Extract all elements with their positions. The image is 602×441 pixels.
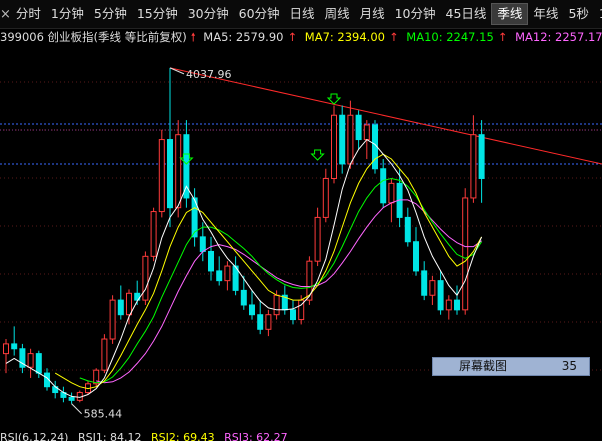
period-tab[interactable]: 月线 [355, 4, 390, 24]
candle-body [462, 197, 469, 311]
candle-body [101, 338, 108, 371]
candle-body [199, 236, 206, 252]
rsi2-label: RSI2: 69.43 [151, 432, 215, 441]
period-tab[interactable]: 60分钟 [234, 4, 285, 24]
badge-value: 35 [561, 359, 577, 373]
candle-body [265, 314, 272, 330]
up-arrow-icon: 🠕 [190, 30, 196, 44]
candle-body [142, 255, 149, 301]
period-tab[interactable]: 15分钟 [132, 4, 183, 24]
ma7-label: MA7: 2394.00 [304, 30, 385, 44]
ma10-label: MA10: 2247.15 [406, 30, 494, 44]
candle-body [404, 216, 411, 243]
down-arrow-signal-icon [326, 93, 342, 105]
ma5-line [5, 138, 483, 398]
badge-label: 屏幕截图 [459, 359, 508, 373]
up-arrow-icon: ↑ [287, 30, 298, 44]
candle-body [216, 270, 223, 282]
candle-body [437, 280, 444, 311]
candle-body [314, 216, 321, 262]
period-tab[interactable]: 分时 [11, 4, 46, 24]
rsi-label: RSI(6,12,24) [0, 432, 69, 441]
candle-body [322, 177, 329, 218]
candle-body [413, 241, 419, 272]
screenshot-badge[interactable]: 屏幕截图 35 [432, 357, 590, 376]
candle-body [3, 343, 9, 355]
period-tab[interactable]: 年线 [528, 4, 563, 24]
candle-body [454, 299, 460, 311]
security-title: 399006 创业板指(季线 等比前复权) [0, 30, 187, 44]
candle-body [257, 314, 264, 330]
close-icon[interactable]: × [0, 7, 11, 22]
high-price-label: 4037.96 [186, 68, 232, 81]
candle-body [224, 265, 231, 282]
candle-body [470, 134, 477, 199]
candle-body [331, 114, 337, 179]
candle-body [175, 134, 182, 209]
period-toolbar: × 分时 1分钟 5分钟 15分钟 30分钟 60分钟 日线 周线 月线 10分… [0, 0, 602, 29]
candle-body [429, 280, 436, 296]
candle-body [347, 114, 354, 165]
rsi-info-bar: RSI(6,12,24) RSI1: 84.12 RSI2: 69.43 RSI… [0, 432, 602, 441]
candle-body [363, 124, 370, 141]
period-tab[interactable]: 45日线 [441, 4, 492, 24]
candle-body [355, 114, 362, 141]
period-tab[interactable]: 日线 [285, 4, 320, 24]
candle-body [27, 353, 34, 368]
candle-body [421, 270, 428, 296]
rsi1-label: RSI1: 84.12 [77, 432, 142, 441]
ma12-label: MA12: 2257.17 [515, 30, 602, 44]
period-tab[interactable]: 5分钟 [89, 4, 132, 24]
period-tab[interactable]: 15秒 [594, 4, 602, 24]
period-tab[interactable]: 周线 [320, 4, 355, 24]
up-arrow-icon: ↑ [497, 30, 508, 44]
candle-body [306, 260, 313, 301]
rsi3-label: RSI3: 62.27 [224, 432, 288, 441]
down-arrow-signal-icon [310, 149, 325, 161]
period-tab[interactable]: 30分钟 [183, 4, 234, 24]
indicator-info-bar: 399006 创业板指(季线 等比前复权) 🠕 MA5: 2579.90 ↑ MA7… [0, 28, 602, 46]
candle-body [35, 353, 42, 374]
candle-body [339, 114, 346, 165]
low-pointer [71, 403, 82, 415]
candle-body [240, 289, 247, 306]
candle-body [290, 309, 296, 321]
candle-body [109, 299, 116, 340]
low-price-label: 585.44 [84, 408, 123, 421]
trend-line [169, 67, 602, 165]
candle-body [208, 250, 214, 272]
candle-body [117, 299, 124, 316]
period-tab[interactable]: 5秒 [563, 4, 593, 24]
ma5-label: MA5: 2579.90 [203, 30, 284, 44]
candle-body [167, 139, 173, 209]
candle-body [126, 292, 132, 316]
candle-body [445, 299, 452, 311]
candle-body [273, 294, 280, 316]
candle-body [150, 211, 157, 257]
candle-body [11, 343, 18, 350]
candle-body [249, 304, 255, 316]
candle-body [478, 134, 485, 179]
up-arrow-icon: ↑ [388, 30, 399, 44]
candle-body [68, 396, 75, 401]
candle-body [158, 139, 165, 213]
period-tab[interactable]: 10分钟 [390, 4, 441, 24]
period-tab-active[interactable]: 季线 [491, 3, 529, 25]
period-tab[interactable]: 1分钟 [46, 4, 89, 24]
candle-body [388, 182, 395, 204]
candle-body [380, 168, 387, 204]
